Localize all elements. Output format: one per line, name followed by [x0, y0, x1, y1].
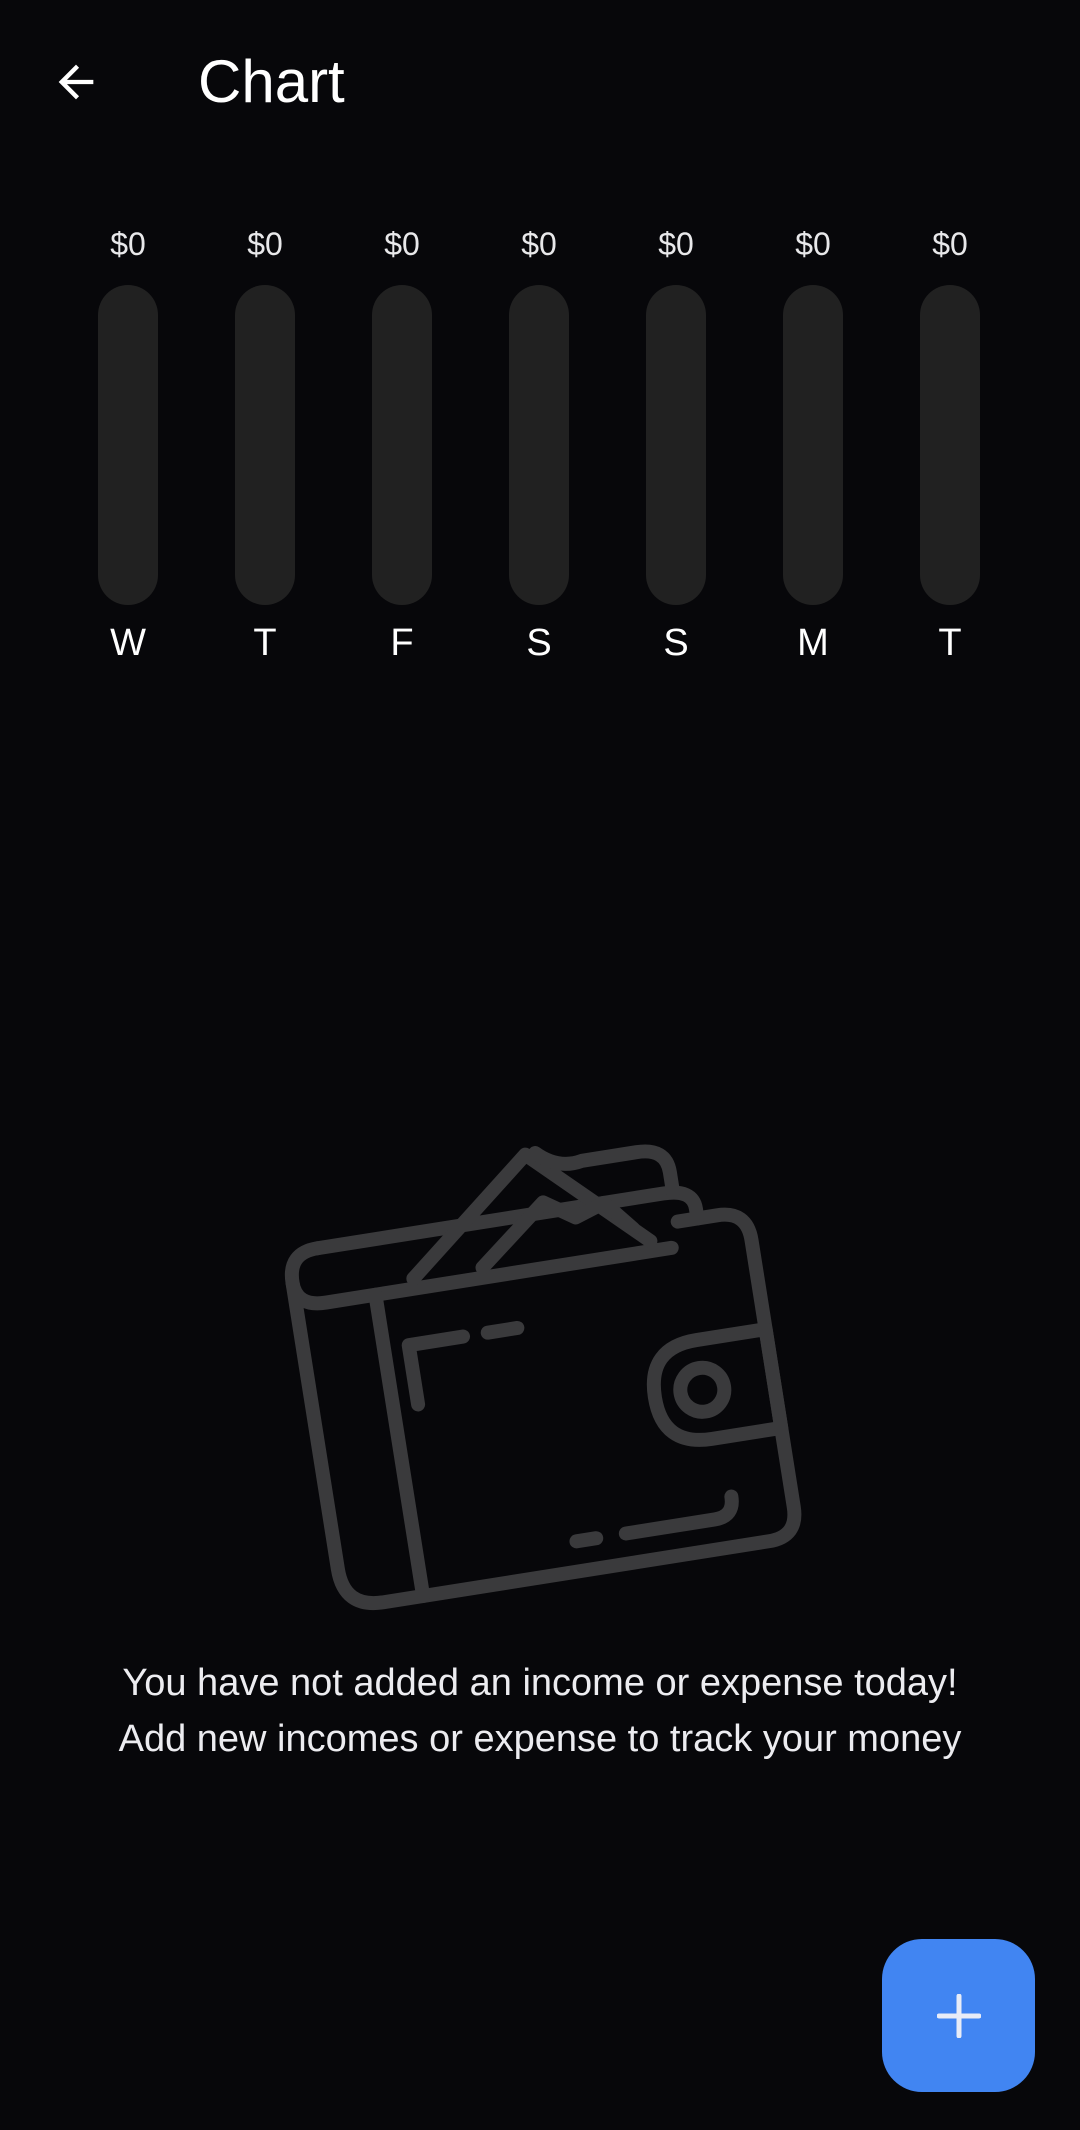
wallet-icon [270, 1095, 810, 1655]
bar-value-label: $0 [521, 226, 557, 262]
bar-column: $0 F [342, 220, 462, 680]
bar-track [98, 285, 158, 605]
weekly-bar-chart: $0 W $0 T $0 F $0 S $0 S $0 M $0 T [0, 220, 1080, 680]
back-button[interactable] [38, 44, 114, 120]
bar-track [920, 285, 980, 605]
day-label: M [797, 622, 829, 664]
bar-value-label: $0 [658, 226, 694, 262]
bar-column: $0 W [68, 220, 188, 680]
bar-value-label: $0 [110, 226, 146, 262]
bar-track [646, 285, 706, 605]
bar-track [372, 285, 432, 605]
day-label: W [110, 622, 146, 664]
add-transaction-button[interactable] [882, 1939, 1035, 2092]
arrow-left-icon [58, 64, 94, 100]
bar-track [783, 285, 843, 605]
bar-value-label: $0 [795, 226, 831, 262]
day-label: T [253, 622, 277, 664]
day-label: S [663, 622, 689, 664]
page-title: Chart [198, 48, 345, 115]
empty-state-line-2: Add new incomes or expense to track your… [118, 1718, 962, 1760]
bar-value-label: $0 [384, 226, 420, 262]
app-bar: Chart [0, 0, 1080, 165]
bar-column: $0 S [616, 220, 736, 680]
empty-state-message: You have not added an income or expense … [40, 1655, 1040, 1767]
plus-icon [936, 1993, 981, 2038]
empty-state-line-1: You have not added an income or expense … [122, 1662, 958, 1704]
bar-track [235, 285, 295, 605]
bar-column: $0 T [205, 220, 325, 680]
day-label: F [390, 622, 414, 664]
bar-column: $0 S [479, 220, 599, 680]
bar-column: $0 M [753, 220, 873, 680]
day-label: S [526, 622, 552, 664]
bar-value-label: $0 [932, 226, 968, 262]
bar-value-label: $0 [247, 226, 283, 262]
day-label: T [938, 622, 962, 664]
chart-screen: Chart $0 W $0 T $0 F $0 S $0 S $0 M $0 T [0, 0, 1080, 2130]
bar-track [509, 285, 569, 605]
bar-column: $0 T [890, 220, 1010, 680]
